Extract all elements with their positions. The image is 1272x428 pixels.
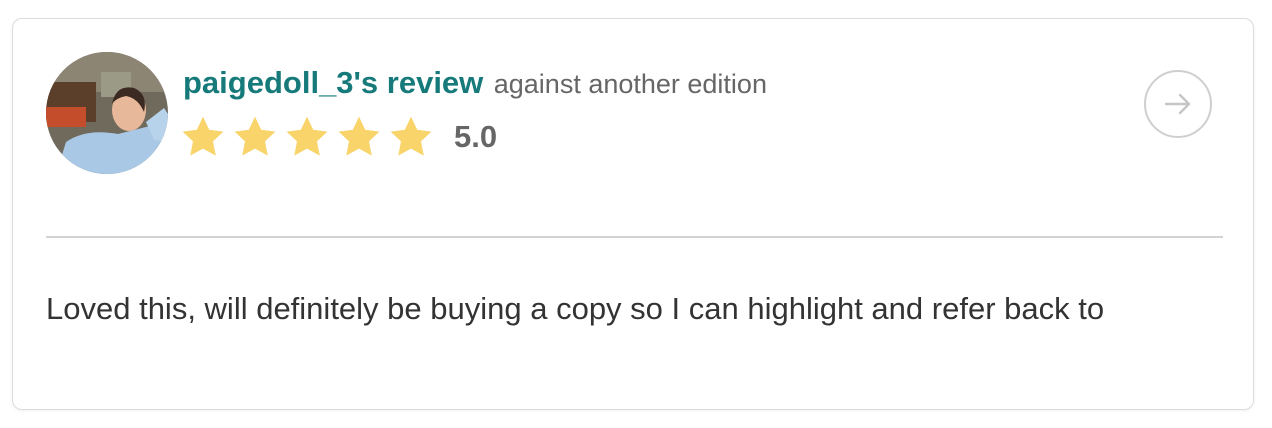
review-header: paigedoll_3's review against another edi… (183, 63, 767, 109)
review-text: Loved this, will definitely be buying a … (46, 291, 1105, 326)
next-review-button[interactable] (1144, 70, 1212, 138)
reviewer-username[interactable]: paigedoll_3's review (183, 65, 483, 100)
star-icon (234, 116, 276, 156)
star-icon (182, 116, 224, 156)
avatar[interactable] (46, 52, 168, 174)
star-icon (286, 116, 328, 156)
divider (46, 236, 1223, 238)
rating-value: 5.0 (454, 119, 498, 154)
arrow-right-icon (1164, 93, 1191, 115)
review-card: paigedoll_3's review against another edi… (12, 18, 1254, 410)
star-icon (390, 116, 432, 156)
star-icon (338, 116, 380, 156)
star-rating: 5.0 (178, 113, 497, 161)
avatar-photo (46, 52, 168, 174)
edition-note: against another edition (493, 69, 767, 99)
